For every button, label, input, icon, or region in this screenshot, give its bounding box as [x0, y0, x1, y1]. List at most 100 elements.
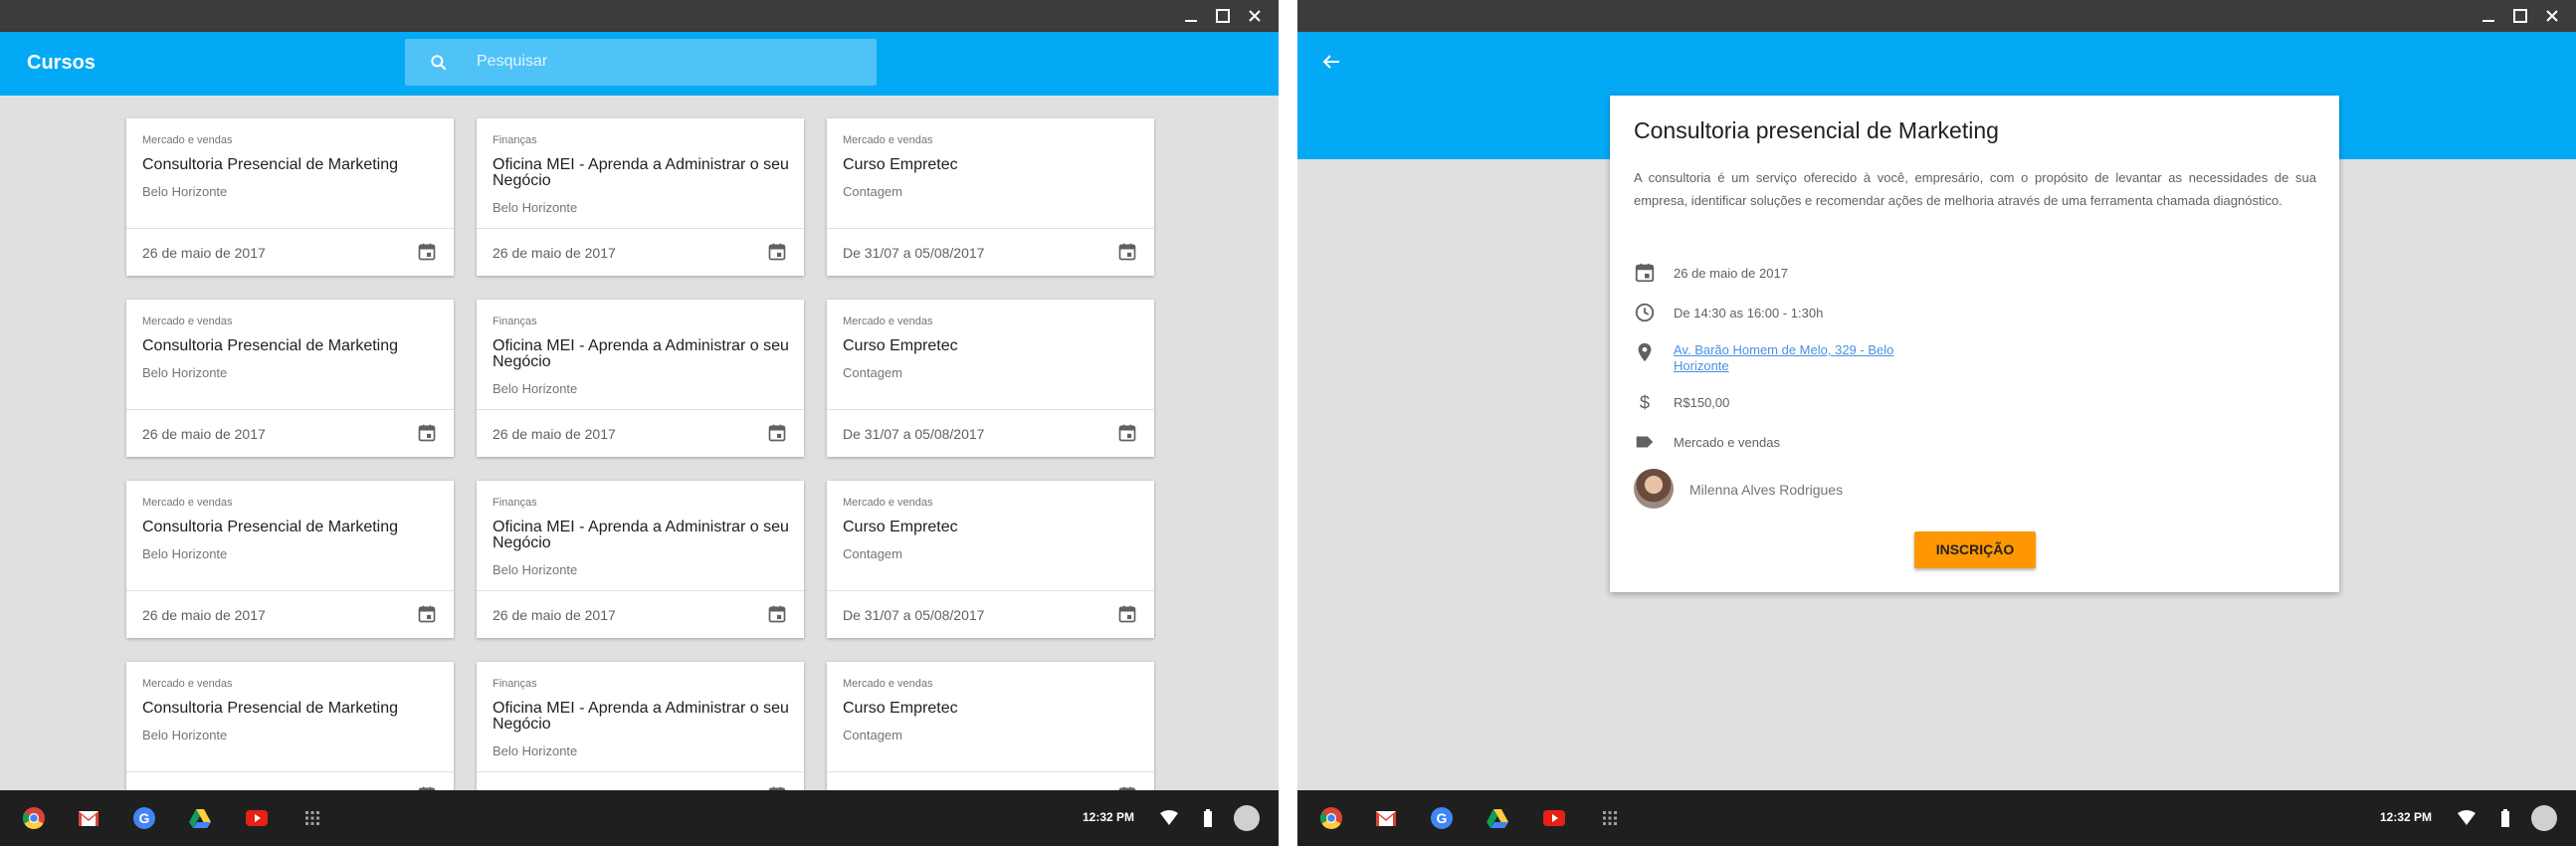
clock[interactable]: 12:32 PM — [2380, 810, 2432, 824]
course-card[interactable]: Mercado e vendas Consultoria Presencial d… — [126, 481, 454, 638]
calendar-icon — [1635, 263, 1655, 283]
svg-text:$: $ — [1640, 391, 1650, 412]
youtube-icon[interactable] — [245, 806, 269, 830]
course-date: 26 de maio de 2017 — [142, 426, 266, 442]
course-card[interactable]: Finanças Oficina MEI - Aprenda a Administ… — [477, 118, 804, 276]
card-divider — [827, 409, 1154, 410]
course-category: Mercado e vendas — [843, 497, 933, 509]
course-title: Curso Empretec — [843, 700, 958, 717]
close-icon[interactable] — [2542, 6, 2562, 26]
wifi-icon[interactable] — [1160, 810, 1178, 826]
course-title: Curso Empretec — [843, 519, 958, 535]
card-divider — [477, 228, 804, 229]
course-card[interactable]: Mercado e vendas Consultoria Presencial d… — [126, 300, 454, 457]
course-title: Oficina MEI - Aprenda a Administrar o se… — [493, 337, 789, 370]
taskbar: G 12:32 PM — [0, 790, 1279, 846]
price-row: $ R$150,00 — [1634, 390, 2032, 414]
host-name: Milenna Alves Rodrigues — [1689, 482, 1844, 498]
dollar-icon: $ — [1640, 391, 1650, 412]
gmail-icon[interactable] — [1374, 806, 1398, 830]
address-link[interactable]: Av. Barão Homem de Melo, 329 - Belo Hori… — [1674, 342, 1932, 374]
course-city: Belo Horizonte — [493, 381, 578, 396]
drive-icon[interactable] — [1486, 806, 1509, 830]
battery-icon[interactable] — [1203, 809, 1213, 827]
account-avatar[interactable] — [1234, 805, 1260, 831]
course-card[interactable]: Mercado e vendas Consultoria Presencial d… — [126, 118, 454, 276]
calendar-icon[interactable] — [1117, 423, 1137, 443]
gmail-icon[interactable] — [77, 806, 100, 830]
wifi-icon[interactable] — [2458, 810, 2476, 826]
card-divider — [477, 771, 804, 772]
battery-icon[interactable] — [2500, 809, 2510, 827]
card-divider — [477, 590, 804, 591]
chrome-icon[interactable] — [22, 806, 46, 830]
course-category: Mercado e vendas — [142, 316, 233, 327]
course-city: Contagem — [843, 365, 902, 380]
calendar-icon[interactable] — [767, 242, 787, 262]
host-avatar — [1634, 469, 1674, 509]
course-city: Belo Horizonte — [142, 365, 228, 380]
course-city: Belo Horizonte — [142, 728, 228, 742]
calendar-icon[interactable] — [417, 242, 437, 262]
card-divider — [126, 228, 454, 229]
drive-icon[interactable] — [188, 806, 212, 830]
calendar-icon[interactable] — [767, 604, 787, 624]
window-titlebar — [1297, 0, 2576, 32]
card-divider — [126, 590, 454, 591]
calendar-icon[interactable] — [417, 604, 437, 624]
course-card[interactable]: Mercado e vendas Curso Empretec Contagem De… — [827, 118, 1154, 276]
course-card[interactable]: Finanças Oficina MEI - Aprenda a Administ… — [477, 662, 804, 790]
category-text: Mercado e vendas — [1674, 435, 1780, 450]
enroll-button[interactable]: INSCRIÇÃO — [1914, 531, 2036, 568]
back-arrow-icon[interactable] — [1319, 50, 1343, 74]
youtube-icon[interactable] — [1542, 806, 1566, 830]
calendar-icon[interactable] — [767, 423, 787, 443]
course-city: Belo Horizonte — [493, 562, 578, 577]
course-city: Belo Horizonte — [142, 184, 228, 199]
time-row: De 14:30 as 16:00 - 1:30h — [1634, 301, 2032, 324]
course-list-screen: Cursos Pesquisar Mercado e vendas Consult… — [0, 0, 1279, 846]
course-list: Mercado e vendas Consultoria Presencial d… — [0, 96, 1279, 790]
minimize-icon[interactable] — [2478, 6, 2498, 26]
account-avatar[interactable] — [2531, 805, 2557, 831]
maximize-icon[interactable] — [1213, 6, 1233, 26]
course-detail-card: Consultoria presencial de Marketing A co… — [1610, 96, 2339, 592]
course-title: Curso Empretec — [843, 337, 958, 354]
course-city: Belo Horizonte — [493, 743, 578, 758]
course-date: 26 de maio de 2017 — [142, 607, 266, 623]
course-city: Belo Horizonte — [493, 200, 578, 215]
search-placeholder: Pesquisar — [477, 53, 548, 70]
card-divider — [827, 590, 1154, 591]
course-title: Oficina MEI - Aprenda a Administrar o se… — [493, 156, 789, 189]
search-input[interactable]: Pesquisar — [405, 39, 877, 86]
clock-icon — [1635, 303, 1655, 322]
course-category: Finanças — [493, 134, 537, 146]
chrome-icon[interactable] — [1319, 806, 1343, 830]
course-card[interactable]: Finanças Oficina MEI - Aprenda a Administ… — [477, 481, 804, 638]
maximize-icon[interactable] — [2510, 6, 2530, 26]
course-title: Consultoria Presencial de Marketing — [142, 156, 399, 173]
card-divider — [477, 409, 804, 410]
category-row: Mercado e vendas — [1634, 430, 2032, 454]
clock[interactable]: 12:32 PM — [1083, 810, 1134, 824]
course-title: Consultoria Presencial de Marketing — [142, 337, 399, 354]
close-icon[interactable] — [1245, 6, 1265, 26]
minimize-icon[interactable] — [1181, 6, 1201, 26]
course-title: Oficina MEI - Aprenda a Administrar o se… — [493, 700, 789, 733]
course-card[interactable]: Mercado e vendas Consultoria Presencial d… — [126, 662, 454, 790]
app-launcher-icon[interactable] — [1598, 806, 1622, 830]
calendar-icon[interactable] — [417, 423, 437, 443]
calendar-icon[interactable] — [1117, 604, 1137, 624]
google-icon[interactable]: G — [132, 806, 156, 830]
svg-text:G: G — [139, 810, 150, 826]
course-card[interactable]: Finanças Oficina MEI - Aprenda a Administ… — [477, 300, 804, 457]
google-icon[interactable]: G — [1430, 806, 1454, 830]
course-card[interactable]: Mercado e vendas Curso Empretec Contagem De… — [827, 300, 1154, 457]
course-date: 26 de maio de 2017 — [142, 245, 266, 261]
course-card[interactable]: Mercado e vendas Curso Empretec Contagem — [827, 662, 1154, 790]
app-launcher-icon[interactable] — [300, 806, 324, 830]
course-card[interactable]: Mercado e vendas Curso Empretec Contagem De… — [827, 481, 1154, 638]
svg-text:G: G — [1437, 810, 1448, 826]
course-title: Consultoria Presencial de Marketing — [142, 700, 399, 717]
calendar-icon[interactable] — [1117, 242, 1137, 262]
